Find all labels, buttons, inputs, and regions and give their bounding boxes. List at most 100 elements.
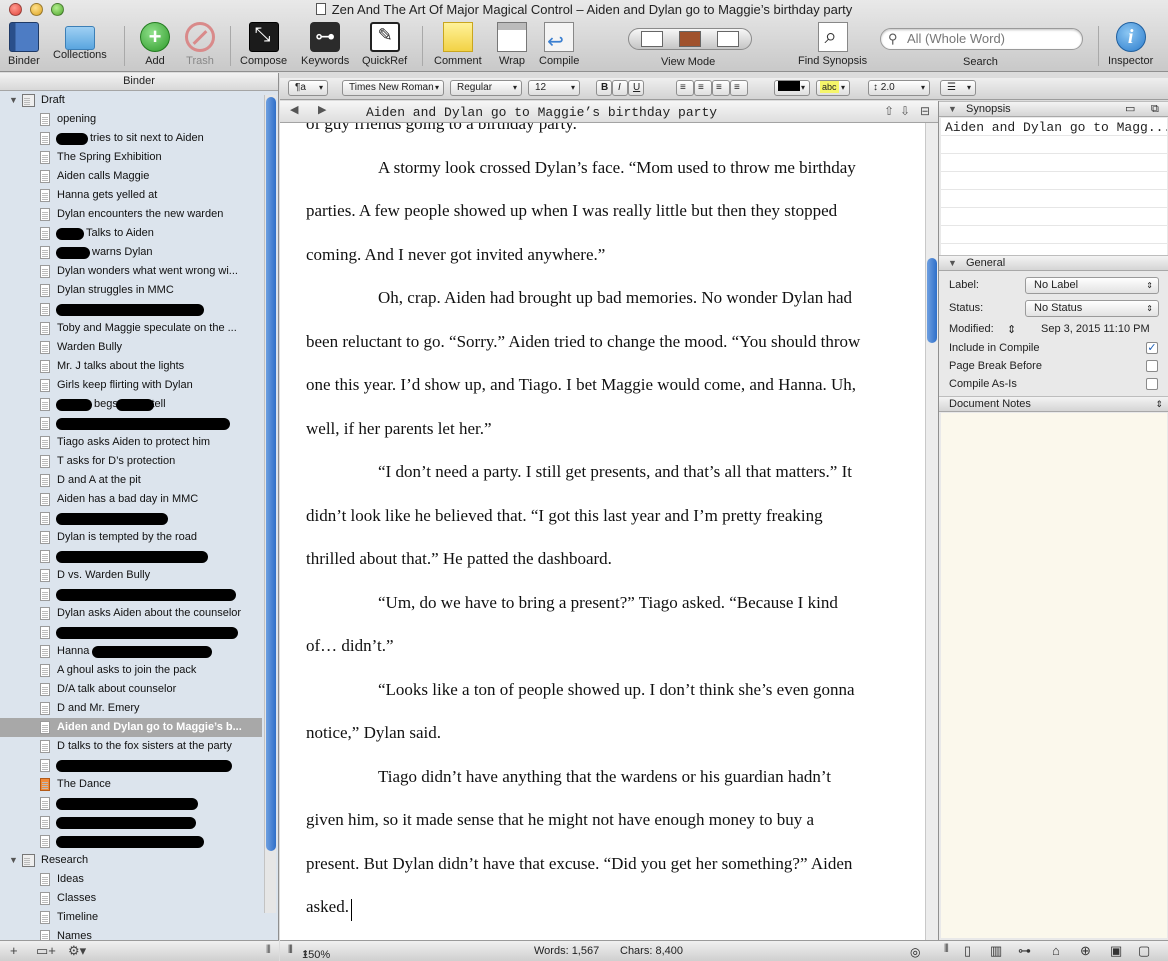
find-synopsis-button[interactable]: Find Synopsis [798,22,867,67]
image-icon[interactable]: ⧉ [1151,102,1159,117]
collections-button[interactable]: Collections [53,22,107,61]
editor-text-line[interactable]: given him, so it made sense that he migh… [306,810,814,830]
binder-scroll-thumb[interactable] [266,97,276,851]
binder-item[interactable]: D and A at the pit [0,471,262,490]
document-notes-area[interactable] [941,413,1167,938]
align-right-button[interactable]: ≡ [712,80,730,96]
editor-text-line[interactable]: Oh, crap. Aiden had brought up bad memor… [378,288,852,308]
binder-item[interactable]: Talks to Aiden [0,224,262,243]
snapshots-tab-icon[interactable]: ⊕ [1080,943,1091,959]
text-editor[interactable]: of guy friends going to a birthday party… [280,123,925,940]
disclosure-down-icon[interactable]: ▼ [9,851,18,870]
arrow-down-icon[interactable]: ⇩ [900,104,910,118]
binder-research-item[interactable]: Timeline [0,908,262,927]
binder-item[interactable]: begs not to tell [0,395,262,414]
list-style-select[interactable]: ☰ ▾ [940,80,976,96]
label-select[interactable]: No Label ⇕ [1025,277,1159,294]
updown-arrow-icon[interactable]: ⇕ [1007,323,1016,336]
updown-arrow-icon[interactable]: ⇕ [1155,397,1163,412]
binder-item[interactable]: Dylan encounters the new warden [0,205,262,224]
align-center-button[interactable]: ≡ [694,80,712,96]
binder-item[interactable] [0,813,262,832]
editor-text-line[interactable]: asked. [306,897,349,917]
split-editor-icon[interactable]: ⊟ [920,104,930,118]
binder-research-folder[interactable]: ▼ Research [0,851,262,870]
binder-item[interactable]: D talks to the fox sisters at the party [0,737,262,756]
page-break-checkbox[interactable] [1146,360,1158,372]
binder-item[interactable]: Warden Bully [0,338,262,357]
editor-scrollbar[interactable] [925,123,938,940]
binder-draft-folder[interactable]: ▼ Draft [0,91,262,110]
binder-item[interactable]: Dylan asks Aiden about the counselor [0,604,262,623]
synopsis-view-icon[interactable]: ▭ [1125,102,1135,117]
comment-button[interactable]: Comment [434,22,482,67]
arrow-up-icon[interactable]: ⇧ [884,104,894,118]
editor-text-line[interactable]: thrilled about that.” He patted the dash… [306,549,612,569]
binder-item[interactable]: Toby and Maggie speculate on the ... [0,319,262,338]
compile-as-is-checkbox[interactable] [1146,378,1158,390]
binder-item[interactable]: D/A talk about counselor [0,680,262,699]
forward-arrow-icon[interactable]: ▶ [318,103,326,116]
binder-item[interactable] [0,509,262,528]
binder-item-selected[interactable]: Aiden and Dylan go to Maggie’s b... [0,718,262,737]
add-folder-icon[interactable]: ▭+ [36,943,56,959]
resize-handle-icon[interactable]: ⦀ [266,944,271,957]
editor-text-line[interactable]: “Looks like a ton of people showed up. I… [378,680,855,700]
back-arrow-icon[interactable]: ◀ [290,103,298,116]
tag-icon[interactable]: ⌂ [1052,943,1060,958]
compile-button[interactable]: Compile [539,22,579,67]
synopsis-text-area[interactable]: Aiden and Dylan go to Magg... [941,118,1167,256]
binder-item[interactable]: D and Mr. Emery [0,699,262,718]
binder-item[interactable]: warns Dylan [0,243,262,262]
binder-research-item[interactable]: Ideas [0,870,262,889]
binder-item[interactable]: tries to sit next to Aiden [0,129,262,148]
editor-text-line[interactable]: of guy friends going to a birthday party… [306,123,577,134]
search-input[interactable]: ⚲ All (Whole Word) [880,28,1083,50]
font-style-select[interactable]: Regular ▾ [450,80,522,96]
binder-item[interactable]: Tiago asks Aiden to protect him [0,433,262,452]
keywords-button[interactable]: Keywords [301,22,349,67]
synopsis-header[interactable]: ▼ Synopsis ▭ ⧉ [939,101,1168,117]
editor-text-line[interactable]: parties. A few people showed up when I w… [306,201,837,221]
binder-item[interactable] [0,756,262,775]
compose-button[interactable]: Compose [240,22,287,67]
binder-item[interactable]: Mr. J talks about the lights [0,357,262,376]
editor-text-line[interactable]: “Um, do we have to bring a present?” Tia… [378,593,838,613]
binder-item[interactable]: Hanna [0,642,262,661]
editor-text-line[interactable]: coming. And I never got invited anywhere… [306,245,605,265]
binder-item[interactable]: Dylan wonders what went wrong wi... [0,262,262,281]
editor-text-line[interactable]: notice,” Dylan said. [306,723,441,743]
editor-text-line[interactable]: “I don’t need a party. I still get prese… [378,462,852,482]
resize-handle-icon[interactable]: ⦀ [288,944,293,957]
lock-icon[interactable]: ▢ [1138,943,1150,959]
outliner-mode-button[interactable] [717,31,739,47]
trash-button[interactable]: Trash [185,22,215,67]
binder-scrollbar[interactable] [264,95,276,913]
binder-item[interactable]: Aiden calls Maggie [0,167,262,186]
binder-research-item[interactable]: Names [0,927,262,940]
editor-text-line[interactable]: one this year. I’d show up, and Tiago. I… [306,375,856,395]
binder-item[interactable]: The Spring Exhibition [0,148,262,167]
binder-item[interactable]: Aiden has a bad day in MMC [0,490,262,509]
status-select[interactable]: No Status ⇕ [1025,300,1159,317]
editor-scroll-thumb[interactable] [927,258,937,343]
comments-tab-icon[interactable]: ▣ [1110,943,1122,959]
add-button[interactable]: + Add [140,22,170,67]
binder-item[interactable] [0,414,262,433]
notes-tab-icon[interactable]: ▯ [964,943,971,959]
binder-item[interactable]: Hanna gets yelled at [0,186,262,205]
highlight-color-button[interactable]: abc ▾ [816,80,850,96]
binder-item[interactable]: A ghoul asks to join the pack [0,661,262,680]
binder-list[interactable]: ▼ Draft opening tries to sit next to Aiden T… [0,91,262,940]
binder-item[interactable] [0,300,262,319]
font-size-select[interactable]: 12 ▾ [528,80,580,96]
text-color-button[interactable]: ▾ [774,80,810,96]
binder-item[interactable]: Dylan is tempted by the road [0,528,262,547]
include-compile-checkbox[interactable]: ✓ [1146,342,1158,354]
editor-text-line[interactable]: Tiago didn’t have anything that the ward… [378,767,831,787]
binder-item[interactable]: Girls keep flirting with Dylan [0,376,262,395]
add-icon[interactable]: + [10,943,18,958]
justify-button[interactable]: ≡ [730,80,748,96]
target-icon[interactable]: ◎ [910,945,920,959]
corkboard-mode-button[interactable] [679,31,701,47]
